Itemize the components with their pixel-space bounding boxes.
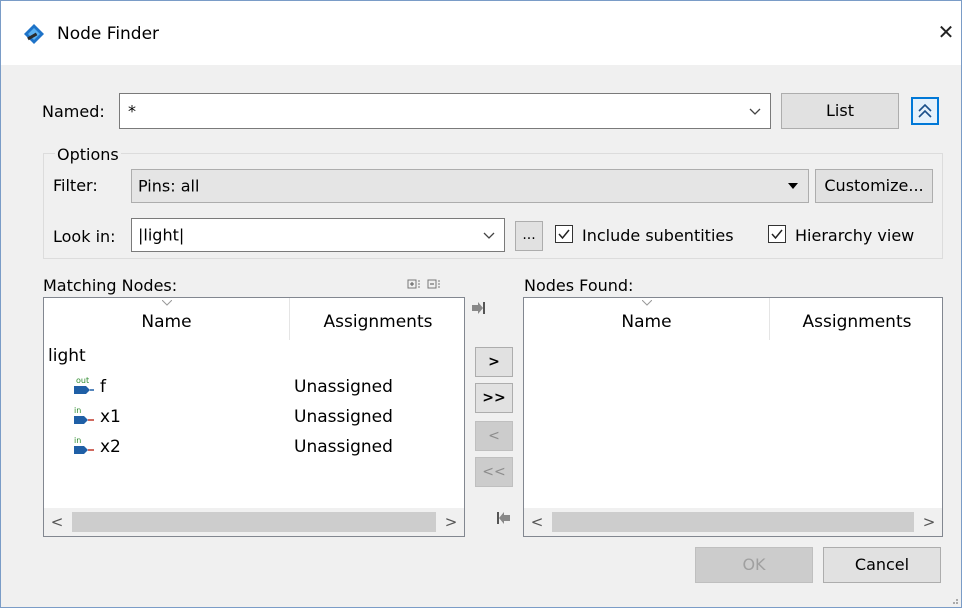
- column-header-assignments[interactable]: Assignments: [290, 298, 464, 340]
- sort-indicator-icon: [642, 300, 652, 306]
- scroll-left-arrow[interactable]: <: [524, 508, 550, 536]
- input-pin-icon: in: [74, 436, 94, 454]
- close-icon[interactable]: ✕: [935, 21, 957, 43]
- arrow-to-bar-right-icon[interactable]: [471, 301, 485, 315]
- customize-button[interactable]: Customize...: [815, 169, 933, 203]
- collapse-all-icon[interactable]: [427, 277, 441, 291]
- add-node-button[interactable]: >: [475, 347, 513, 377]
- nodes-found-label: Nodes Found:: [524, 276, 634, 295]
- checkmark-icon: [558, 229, 570, 240]
- svg-text:in: in: [74, 436, 81, 445]
- look-in-combobox[interactable]: |light|: [131, 218, 505, 252]
- node-assignment: Unassigned: [294, 437, 393, 457]
- named-label: Named:: [42, 102, 105, 121]
- include-subentities-label: Include subentities: [582, 226, 734, 245]
- collapse-button[interactable]: [911, 97, 939, 125]
- include-subentities-checkbox[interactable]: [555, 225, 573, 243]
- double-chevron-up-icon: [918, 103, 932, 118]
- svg-text:in: in: [74, 406, 81, 415]
- ok-button[interactable]: OK: [695, 547, 813, 583]
- horizontal-scrollbar[interactable]: < >: [524, 508, 942, 536]
- hierarchy-view-label: Hierarchy view: [795, 226, 915, 245]
- sort-indicator-icon: [162, 300, 172, 306]
- column-header-assignments[interactable]: Assignments: [770, 298, 942, 340]
- scroll-right-arrow[interactable]: >: [916, 508, 942, 536]
- matching-nodes-label: Matching Nodes:: [43, 276, 178, 295]
- scroll-thumb[interactable]: [552, 512, 914, 532]
- scroll-left-arrow[interactable]: <: [44, 508, 70, 536]
- hierarchy-view-checkbox[interactable]: [768, 225, 786, 243]
- node-assignment: Unassigned: [294, 407, 393, 427]
- named-value: *: [128, 101, 136, 121]
- filter-label: Filter:: [53, 176, 98, 195]
- expand-all-icon[interactable]: [407, 277, 421, 291]
- app-icon: [24, 24, 44, 44]
- filter-dropdown[interactable]: Pins: all: [131, 169, 809, 203]
- window-title: Node Finder: [57, 24, 160, 44]
- named-combobox[interactable]: *: [119, 93, 771, 129]
- dropdown-arrow-icon[interactable]: [788, 183, 798, 189]
- node-name: x1: [100, 407, 121, 427]
- add-all-nodes-button[interactable]: >>: [475, 383, 513, 413]
- scroll-right-arrow[interactable]: >: [438, 508, 464, 536]
- node-name: f: [100, 377, 106, 397]
- title-bar: Node Finder ✕: [1, 1, 961, 65]
- output-pin-icon: out: [74, 376, 94, 394]
- node-finder-dialog: Node Finder ✕ Named: * List Options Filt…: [0, 0, 962, 608]
- chevron-down-icon[interactable]: [748, 104, 762, 118]
- list-button[interactable]: List: [781, 93, 899, 129]
- node-name: x2: [100, 437, 121, 457]
- node-assignment: Unassigned: [294, 377, 393, 397]
- checkmark-icon: [771, 229, 783, 240]
- remove-node-button[interactable]: <: [475, 421, 513, 451]
- chevron-down-icon[interactable]: [482, 228, 496, 242]
- resize-grip-icon[interactable]: [949, 595, 959, 605]
- remove-all-nodes-button[interactable]: <<: [475, 457, 513, 487]
- svg-text:out: out: [76, 376, 89, 385]
- look-in-label: Look in:: [53, 227, 116, 246]
- nodes-found-list[interactable]: Name Assignments < >: [523, 297, 943, 537]
- matching-nodes-list[interactable]: Name Assignments light out f Unassigned …: [43, 297, 465, 537]
- look-in-value: |light|: [138, 225, 185, 245]
- input-pin-icon: in: [74, 406, 94, 424]
- cancel-button[interactable]: Cancel: [823, 547, 941, 583]
- horizontal-scrollbar[interactable]: < >: [44, 508, 464, 536]
- filter-value: Pins: all: [138, 176, 200, 196]
- options-group-title: Options: [55, 145, 121, 164]
- arrow-to-bar-left-icon[interactable]: [497, 511, 511, 525]
- browse-button[interactable]: ...: [515, 221, 543, 251]
- tree-root-item[interactable]: light: [48, 346, 86, 366]
- scroll-thumb[interactable]: [72, 512, 436, 532]
